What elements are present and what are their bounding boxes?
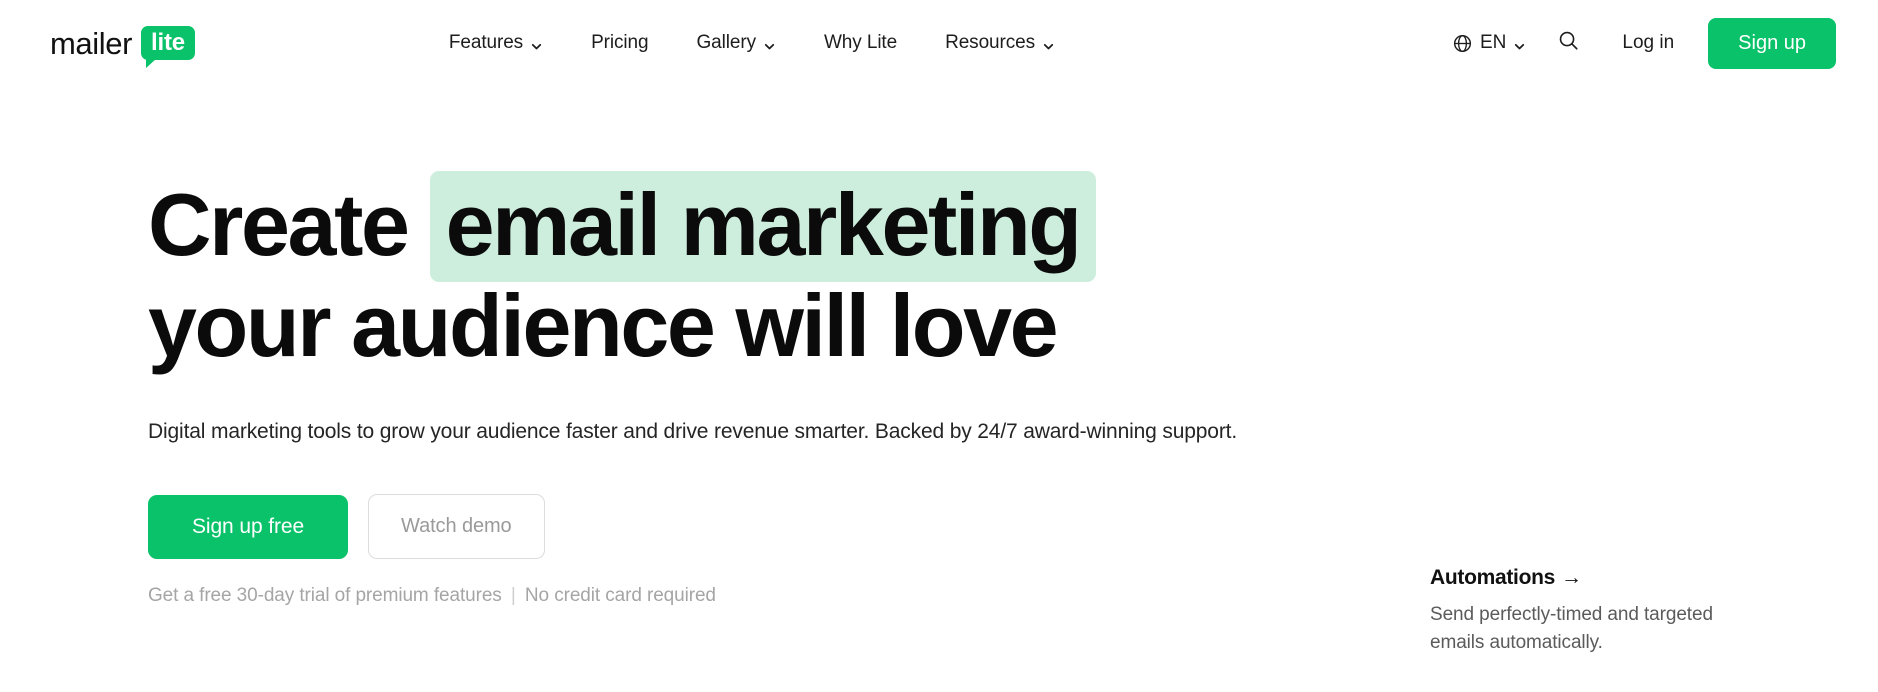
login-link[interactable]: Log in — [1604, 24, 1692, 62]
chevron-down-icon — [763, 37, 776, 50]
hero-title-part2: your audience will love — [148, 276, 1059, 375]
search-icon — [1557, 29, 1580, 57]
hero-subtitle: Digital marketing tools to grow your aud… — [148, 420, 1238, 443]
nav-item-why-lite[interactable]: Why Lite — [800, 22, 921, 64]
arrow-right-icon: → — [1561, 566, 1582, 589]
nav-item-label: Resources — [945, 32, 1036, 53]
watch-demo-button[interactable]: Watch demo — [368, 494, 545, 559]
chevron-down-icon — [1513, 37, 1526, 50]
chevron-down-icon — [1042, 37, 1055, 50]
globe-icon — [1452, 33, 1473, 54]
signup-free-button[interactable]: Sign up free — [148, 494, 349, 559]
nav-item-label: Why Lite — [823, 32, 898, 53]
language-code: EN — [1479, 32, 1507, 53]
fineprint-separator: | — [510, 585, 516, 606]
feature-card-automations: Automations → Send perfectly-timed and ta… — [1418, 566, 1878, 657]
chevron-down-icon — [530, 37, 543, 50]
logo-badge-label: lite — [151, 28, 185, 56]
header-actions: EN Log in Sign up — [1442, 17, 1836, 69]
hero-section: Create email marketing your audience wil… — [0, 86, 1878, 653]
primary-navigation: Features Pricing Gallery Why Lite Resour… — [425, 22, 1079, 64]
nav-item-pricing[interactable]: Pricing — [567, 22, 672, 64]
nav-item-resources[interactable]: Resources — [921, 22, 1079, 64]
nav-item-gallery[interactable]: Gallery — [672, 22, 799, 64]
nav-item-label: Gallery — [696, 32, 756, 53]
nav-item-label: Pricing — [591, 32, 649, 53]
language-selector[interactable]: EN — [1442, 24, 1536, 62]
nav-item-label: Features — [448, 32, 524, 53]
nav-item-features[interactable]: Features — [425, 22, 567, 64]
page-title: Create email marketing your audience wil… — [148, 171, 1248, 376]
feature-card-title-link[interactable]: Automations → — [1430, 566, 1582, 590]
hero-title-part1: Create — [148, 175, 410, 274]
fineprint-trial: Get a free 30-day trial of premium featu… — [148, 585, 502, 606]
site-header: mailer lite Features Pricing Gallery Why… — [0, 0, 1878, 86]
signup-button[interactable]: Sign up — [1708, 17, 1836, 69]
hero-cta-row: Sign up free Watch demo — [148, 494, 1878, 559]
hero-title-highlight: email marketing — [429, 171, 1096, 282]
logo-wordmark: mailer — [50, 25, 133, 61]
feature-card-title: Automations — [1430, 566, 1556, 589]
fineprint-no-card: No credit card required — [524, 585, 716, 606]
logo-badge: lite — [141, 25, 195, 69]
feature-card-description: Send perfectly-timed and targeted emails… — [1430, 604, 1713, 653]
search-button[interactable] — [1546, 21, 1590, 65]
logo[interactable]: mailer lite — [50, 25, 195, 69]
